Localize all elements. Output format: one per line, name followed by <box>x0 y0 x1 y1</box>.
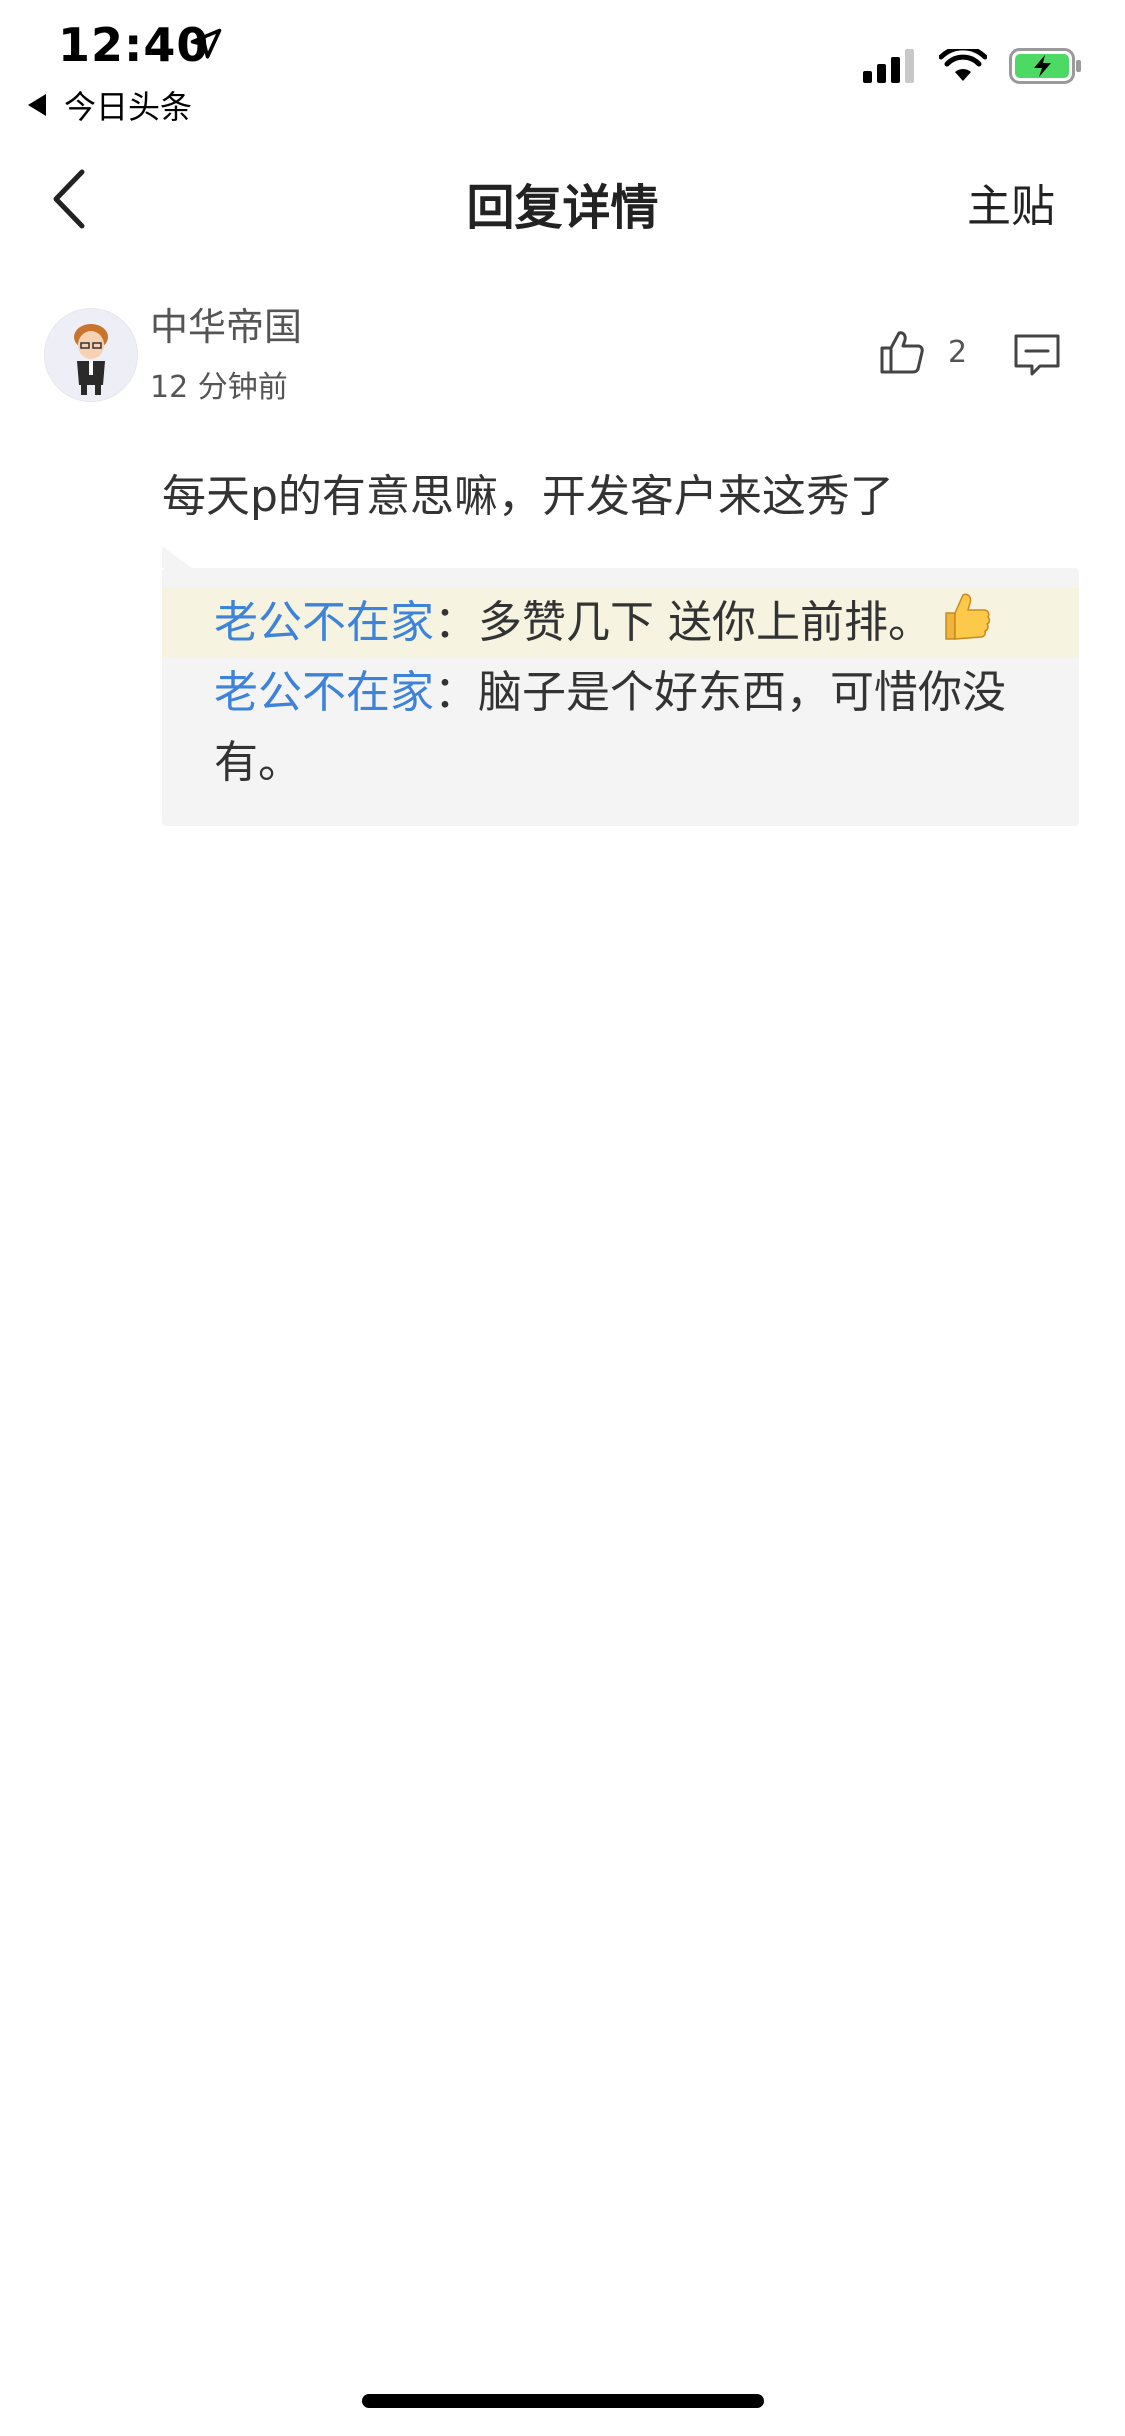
like-button[interactable]: 2 <box>878 328 967 376</box>
status-bar: 12:40 今日头条 <box>0 0 1125 130</box>
status-time: 12:40 <box>58 18 210 72</box>
thumbs-up-emoji-icon <box>945 593 991 640</box>
username[interactable]: 中华帝国 <box>150 296 302 351</box>
reply-item[interactable]: 老公不在家：脑子是个好东西，可惜你没有。 <box>162 658 1079 798</box>
reply-box-notch <box>162 546 192 568</box>
comment-text: 每天p的有意思嘛，开发客户来这秀了 <box>162 471 894 522</box>
status-indicators <box>863 48 1083 84</box>
reply-author[interactable]: 老公不在家 <box>214 667 434 718</box>
battery-charging-icon <box>1009 48 1081 84</box>
back-triangle-icon <box>28 94 46 116</box>
back-app-label: 今日头条 <box>64 88 193 126</box>
timestamp: 12 分钟前 <box>150 370 288 405</box>
avatar[interactable] <box>44 308 138 402</box>
back-to-app-button[interactable]: 今日头条 <box>28 82 192 128</box>
reply-separator: ： <box>434 667 478 718</box>
reply-list: 老公不在家：多赞几下 送你上前排。 老公不在家：脑子是个好东西，可惜你没有。 <box>162 568 1079 826</box>
reply-separator: ： <box>434 597 478 648</box>
location-arrow-icon <box>190 28 222 59</box>
cellular-signal-icon <box>863 49 914 83</box>
page-title: 回复详情 <box>466 180 659 236</box>
nav-bar: 回复详情 主贴 <box>0 140 1125 260</box>
avatar-image <box>45 309 137 401</box>
reply-text: 多赞几下 送你上前排。 <box>478 597 932 648</box>
reply-button[interactable] <box>1012 330 1062 380</box>
home-indicator[interactable] <box>362 2394 764 2408</box>
main-post-button[interactable]: 主贴 <box>967 170 1055 234</box>
reply-author[interactable]: 老公不在家 <box>214 597 434 648</box>
thumbs-up-icon <box>880 331 924 374</box>
reply-item[interactable]: 老公不在家：多赞几下 送你上前排。 <box>162 588 1079 658</box>
like-count: 2 <box>948 334 968 370</box>
wifi-icon <box>939 49 987 81</box>
